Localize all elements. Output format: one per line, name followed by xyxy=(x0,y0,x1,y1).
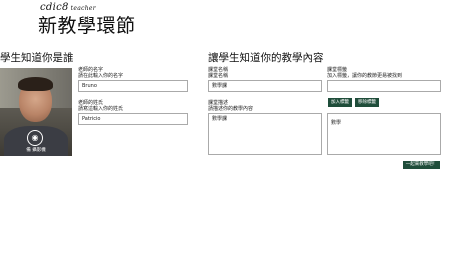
course-tags-hint: 加入標籤，讓你的教節更易被找到 xyxy=(327,73,403,79)
teacher-name-input[interactable]: Bruno xyxy=(78,80,188,92)
page-title: 新教學環節 xyxy=(38,15,136,37)
photo-hair xyxy=(18,77,53,91)
teacher-name-hint: 請在此輸入你的名字 xyxy=(78,73,124,79)
add-tag-button[interactable]: 加入標籤 xyxy=(328,98,352,107)
start-teaching-button[interactable]: 一起來教學吧！ xyxy=(403,161,440,169)
course-name-input[interactable]: 數學課 xyxy=(208,80,322,92)
course-desc-hint: 請描述你的教學內容 xyxy=(208,106,254,112)
teacher-surname-input[interactable]: Patricio xyxy=(78,113,188,125)
camera-icon[interactable]: ◉ xyxy=(27,130,43,146)
course-tags-input[interactable] xyxy=(327,80,441,92)
teacher-photo[interactable]: ◉ 備 攝影機 xyxy=(0,68,72,156)
logo-subtext: teacher xyxy=(70,5,96,12)
teacher-surname-hint: 請寫這輸入你的姓氏 xyxy=(78,106,124,112)
logo-text: cdic8 xyxy=(40,2,69,13)
course-name-hint: 課堂名稱 xyxy=(208,73,229,79)
section-title-teacher: 學生知道你是誰 xyxy=(0,52,74,64)
tag-list[interactable]: 數學 xyxy=(327,113,441,155)
remove-tag-button[interactable]: 移除標籤 xyxy=(355,98,379,107)
section-title-course: 讓學生知道你的教學內容 xyxy=(208,52,324,64)
course-desc-textarea[interactable]: 數學課 xyxy=(208,113,322,155)
camera-label: 備 攝影機 xyxy=(26,148,46,153)
